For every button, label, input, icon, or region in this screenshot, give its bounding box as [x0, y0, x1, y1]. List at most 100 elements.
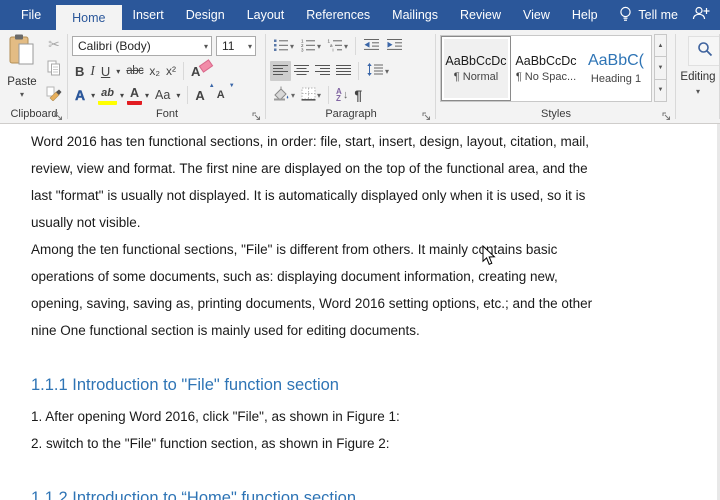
subscript-button[interactable]: x₂ — [146, 61, 163, 81]
tell-me-label: Tell me — [638, 8, 678, 22]
format-painter-button[interactable] — [43, 84, 65, 104]
underline-dropdown-icon[interactable]: ▾ — [113, 61, 123, 81]
styles-scroll-down-icon[interactable]: ▼ — [654, 56, 667, 80]
change-case-button[interactable]: Aa — [152, 85, 173, 105]
tab-design[interactable]: Design — [175, 0, 236, 30]
copy-button[interactable] — [43, 59, 65, 79]
grow-font-button[interactable]: A — [192, 83, 215, 105]
find-button[interactable] — [688, 36, 720, 66]
line-spacing-dropdown-icon: ▾ — [385, 66, 390, 76]
borders-button[interactable]: ▾ — [298, 85, 324, 105]
bold-button[interactable]: B — [72, 61, 87, 81]
font-size-combo[interactable]: 11 ▾ — [216, 36, 256, 56]
styles-gallery: AaBbCcDc ¶ Normal AaBbCcDc ¶ No Spac... … — [440, 35, 652, 102]
document-canvas[interactable]: Word 2016 has ten functional sections, i… — [0, 124, 717, 500]
align-left-button[interactable] — [270, 61, 291, 81]
clipboard-dialog-launcher-icon[interactable] — [53, 109, 64, 120]
paint-bucket-icon — [273, 86, 290, 104]
section-heading-112[interactable]: 1.1.2 Introduction to “Home" function se… — [31, 483, 717, 500]
paragraph-dialog-launcher-icon[interactable] — [421, 109, 432, 120]
align-center-button[interactable] — [291, 61, 312, 81]
change-case-dropdown-icon[interactable]: ▾ — [173, 85, 183, 105]
cut-button[interactable]: ✂ — [43, 34, 65, 54]
scissors-icon: ✂ — [48, 35, 60, 52]
borders-dropdown-icon: ▾ — [317, 90, 322, 100]
tab-insert[interactable]: Insert — [122, 0, 175, 30]
document-line[interactable]: review, view and format. The first nine … — [31, 155, 717, 182]
underline-button[interactable]: U — [98, 61, 113, 81]
clear-formatting-button[interactable]: A — [188, 61, 203, 81]
document-line[interactable]: nine One functional section is mainly us… — [31, 317, 717, 344]
bullets-button[interactable]: ▾ — [270, 36, 297, 56]
font-name-value: Calibri (Body) — [78, 39, 151, 53]
svg-text:3: 3 — [301, 47, 304, 52]
font-color-dropdown-icon[interactable]: ▾ — [142, 85, 152, 105]
font-group-label: Font — [155, 108, 178, 120]
font-color-button[interactable]: A — [127, 85, 143, 105]
paste-dropdown-arrow[interactable]: ▾ — [20, 90, 24, 99]
shrink-font-button[interactable]: A — [214, 83, 235, 105]
align-left-icon — [273, 64, 288, 79]
editing-dropdown-icon[interactable]: ▾ — [676, 87, 720, 96]
tab-review[interactable]: Review — [449, 0, 512, 30]
tell-me-button[interactable]: Tell me — [609, 0, 688, 30]
numbered-list-icon: 123 — [300, 38, 316, 55]
style-heading1[interactable]: AaBbC( Heading 1 — [581, 36, 651, 101]
multilevel-list-button[interactable]: 1ai ▾ — [324, 36, 351, 56]
decrease-indent-button[interactable] — [360, 36, 383, 56]
font-group: Calibri (Body) ▾ 11 ▾ B I U ▾ abc x₂ x² … — [68, 30, 266, 123]
font-name-combo[interactable]: Calibri (Body) ▾ — [72, 36, 212, 56]
line-spacing-icon — [366, 63, 384, 79]
share-button[interactable] — [688, 0, 720, 30]
highlight-dropdown-icon[interactable]: ▾ — [117, 85, 127, 105]
clipboard-group-label: Clipboard — [10, 108, 58, 120]
tab-view[interactable]: View — [512, 0, 561, 30]
show-marks-button[interactable]: ¶ — [351, 85, 365, 105]
tab-mailings[interactable]: Mailings — [381, 0, 449, 30]
separator — [358, 62, 359, 80]
align-center-icon — [294, 64, 309, 79]
svg-text:i: i — [333, 47, 334, 52]
superscript-button[interactable]: x² — [163, 61, 179, 81]
increase-indent-button[interactable] — [383, 36, 406, 56]
tab-references[interactable]: References — [295, 0, 381, 30]
document-line[interactable]: Word 2016 has ten functional sections, i… — [31, 128, 717, 155]
text-effects-button[interactable]: A — [72, 85, 88, 105]
styles-gallery-scroll: ▲ ▼ ▼ — [654, 34, 667, 102]
section-heading-111[interactable]: 1.1.1 Introduction to "File" function se… — [31, 370, 717, 400]
highlight-button[interactable]: ab — [98, 85, 117, 105]
align-right-button[interactable] — [312, 61, 333, 81]
document-line[interactable]: opening, saving, saving as, printing doc… — [31, 290, 717, 317]
tab-file[interactable]: File — [6, 0, 56, 30]
document-line[interactable]: operations of some documents, such as: d… — [31, 263, 717, 290]
document-line[interactable]: last "format" is usually not displayed. … — [31, 182, 717, 209]
style-normal[interactable]: AaBbCcDc ¶ Normal — [441, 36, 511, 101]
styles-dialog-launcher-icon[interactable] — [661, 109, 672, 120]
numbering-button[interactable]: 123 ▾ — [297, 36, 324, 56]
tab-help[interactable]: Help — [561, 0, 609, 30]
font-dialog-launcher-icon[interactable] — [251, 109, 262, 120]
document-line[interactable]: usually not visible. — [31, 209, 717, 236]
bullets-dropdown-icon: ▾ — [290, 41, 295, 51]
line-spacing-button[interactable]: ▾ — [363, 61, 392, 81]
clipboard-small-buttons: ✂ — [42, 34, 66, 104]
italic-button[interactable]: I — [87, 61, 98, 81]
font-name-dropdown-icon: ▾ — [203, 41, 208, 51]
styles-scroll-up-icon[interactable]: ▲ — [654, 34, 667, 58]
sort-button[interactable]: AZ ↓ — [333, 85, 351, 105]
document-line[interactable]: 2. switch to the "File" function section… — [31, 430, 717, 457]
justify-button[interactable] — [333, 61, 354, 81]
sort-az-icon: AZ — [336, 87, 342, 103]
paste-clipboard-icon — [7, 34, 37, 73]
document-line[interactable]: Among the ten functional sections, "File… — [31, 236, 717, 263]
shading-button[interactable]: ▾ — [270, 85, 298, 105]
styles-more-icon[interactable]: ▼ — [654, 78, 667, 102]
text-effects-dropdown-icon[interactable]: ▾ — [88, 85, 98, 105]
editing-group-label: Editing — [680, 71, 716, 83]
style-no-spacing[interactable]: AaBbCcDc ¶ No Spac... — [511, 36, 581, 101]
document-line[interactable]: 1. After opening Word 2016, click "File"… — [31, 403, 717, 430]
strikethrough-button[interactable]: abc — [123, 61, 146, 81]
tab-layout[interactable]: Layout — [236, 0, 296, 30]
tab-home[interactable]: Home — [56, 5, 122, 30]
lightbulb-icon — [619, 6, 632, 25]
